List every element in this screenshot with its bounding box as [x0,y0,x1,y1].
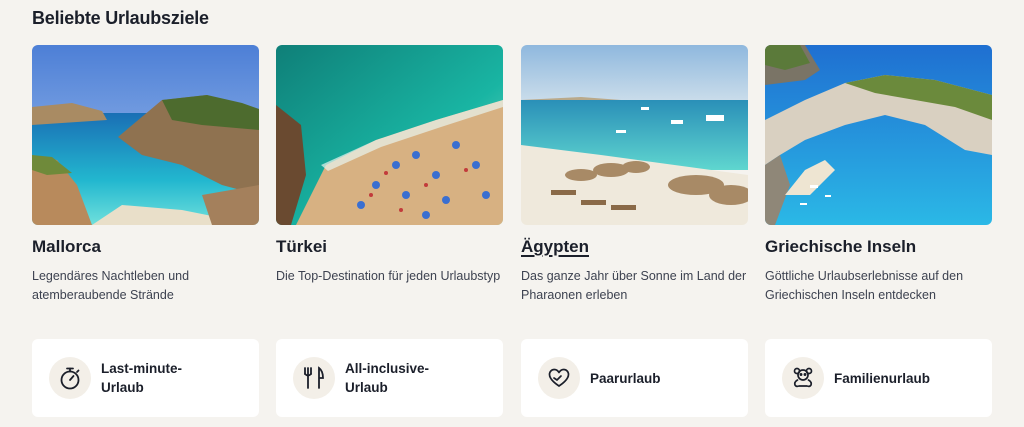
destination-description: Legendäres Nachtleben und atemberaubende… [32,269,190,302]
aegypten-photo [521,45,748,225]
griechische-inseln-image[interactable] [765,45,992,225]
section-title: Beliebte Urlaubsziele [32,8,209,28]
tuerkei-photo [276,45,503,225]
destination-description: Göttliche Urlaubserlebnisse auf den Grie… [765,269,964,302]
mallorca-image[interactable] [32,45,259,225]
destination-card-griechische-inseln[interactable]: Griechische Inseln Göttliche Urlaubserle… [765,45,992,305]
tuerkei-image[interactable] [276,45,503,225]
destination-title[interactable]: Mallorca [32,237,259,257]
teddy-bear-icon [782,357,824,399]
theme-label: All-inclusive-Urlaub [345,361,430,395]
theme-last-minute[interactable]: Last-minute-Urlaub [32,339,259,417]
theme-label: Last-minute-Urlaub [101,361,182,395]
theme-paarurlaub[interactable]: Paarurlaub [521,339,748,417]
aegypten-image[interactable] [521,45,748,225]
theme-label: Paarurlaub [590,370,661,386]
stopwatch-icon [49,357,91,399]
griechische-inseln-photo [765,45,992,225]
theme-all-inclusive[interactable]: All-inclusive-Urlaub [276,339,503,417]
mallorca-photo [32,45,259,225]
destination-description: Das ganze Jahr über Sonne im Land der Ph… [521,269,747,302]
destination-cards: Mallorca Legendäres Nachtleben und atemb… [32,45,992,315]
destination-card-tuerkei[interactable]: Türkei Die Top-Destination für jeden Url… [276,45,503,286]
theme-label: Familienurlaub [834,370,931,386]
destination-title[interactable]: Ägypten [521,237,748,257]
destination-title[interactable]: Türkei [276,237,503,257]
heart-hands-icon [538,357,580,399]
destination-card-aegypten[interactable]: Ägypten Das ganze Jahr über Sonne im Lan… [521,45,748,305]
cutlery-icon [293,357,335,399]
travel-themes: Last-minute-Urlaub All-inclusive-Urlaub … [32,339,992,417]
destination-description: Die Top-Destination für jeden Urlaubstyp [276,269,501,283]
theme-familienurlaub[interactable]: Familienurlaub [765,339,992,417]
destination-title[interactable]: Griechische Inseln [765,237,992,257]
destination-card-mallorca[interactable]: Mallorca Legendäres Nachtleben und atemb… [32,45,259,305]
